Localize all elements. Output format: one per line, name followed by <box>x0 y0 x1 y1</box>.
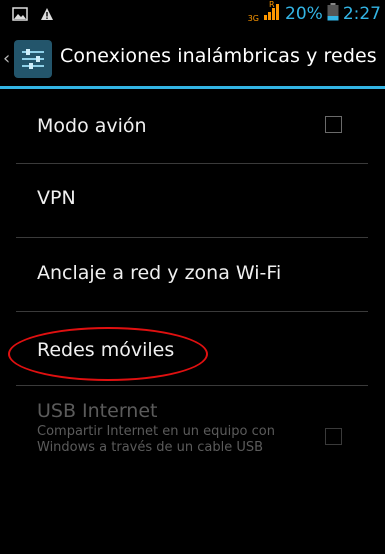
settings-item-summary: Compartir Internet en un equipo con Wind… <box>37 424 275 455</box>
settings-item-label: Modo avión <box>37 115 147 137</box>
settings-item-label: USB Internet <box>37 400 158 422</box>
battery-icon <box>327 3 339 25</box>
settings-item-label: VPN <box>37 187 76 209</box>
settings-item-airplane-mode[interactable]: Modo avión <box>0 89 385 163</box>
settings-item-vpn[interactable]: VPN <box>0 164 385 237</box>
usb-internet-checkbox <box>325 428 342 445</box>
clock: 2:27 <box>342 4 381 24</box>
signal-icon: R <box>263 0 281 25</box>
airplane-mode-checkbox[interactable] <box>325 116 342 133</box>
image-notification-icon <box>12 6 28 25</box>
settings-item-tethering[interactable]: Anclaje a red y zona Wi-Fi <box>0 238 385 311</box>
highlight-ellipse <box>8 327 208 381</box>
settings-sliders-icon[interactable] <box>14 40 52 78</box>
action-bar[interactable]: ‹ Conexiones inalámbricas y redes <box>0 32 385 86</box>
status-bar: 3G R 20% 2:27 <box>0 0 385 30</box>
roaming-indicator: R <box>269 0 275 9</box>
settings-item-label: Anclaje a red y zona Wi-Fi <box>37 262 282 284</box>
battery-percent: 20% <box>285 4 323 24</box>
warning-icon <box>40 6 54 25</box>
page-title: Conexiones inalámbricas y redes <box>60 45 377 67</box>
up-arrow-icon[interactable]: ‹ <box>3 48 10 69</box>
network-type-label: 3G <box>247 13 260 23</box>
